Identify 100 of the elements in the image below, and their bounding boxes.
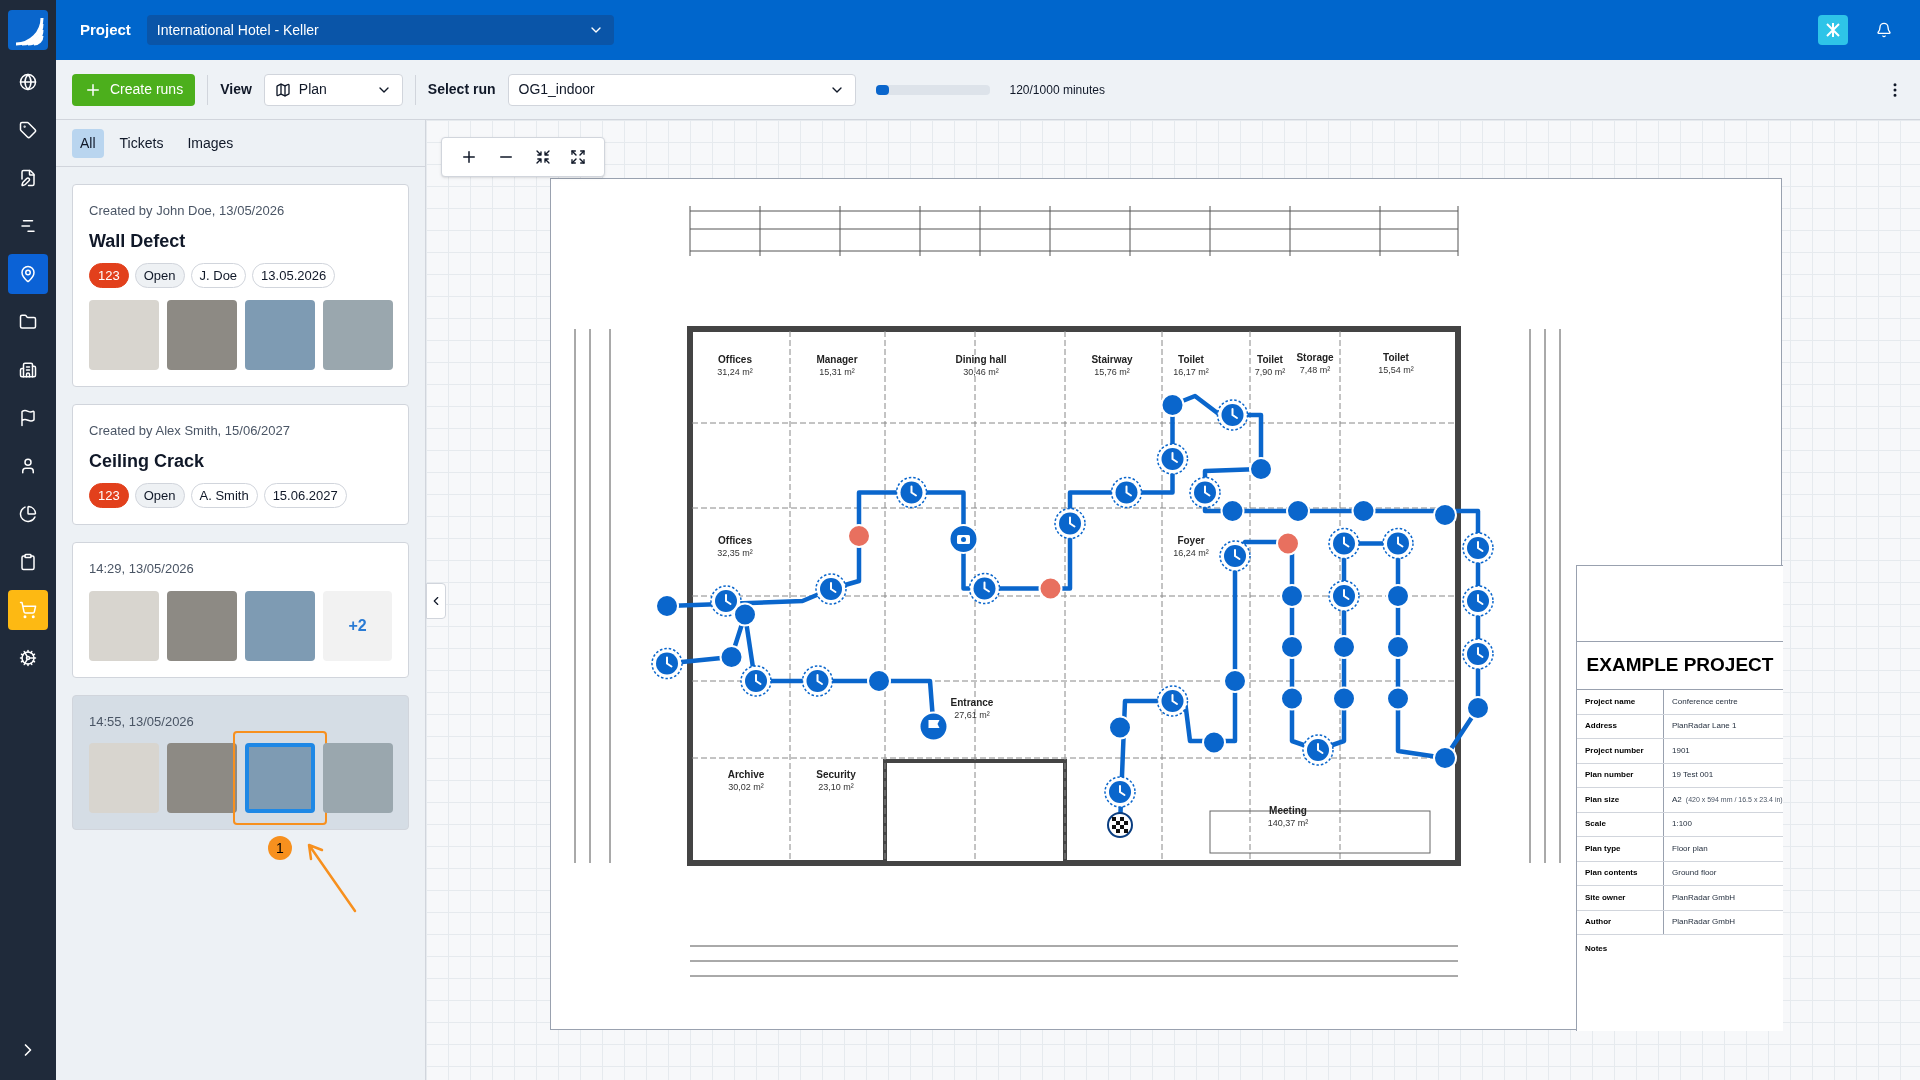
clock-marker[interactable] bbox=[1156, 443, 1189, 475]
ticket-number: 123 bbox=[89, 482, 129, 508]
field-value: 1901 bbox=[1672, 744, 1690, 757]
field-value: Floor plan bbox=[1672, 842, 1708, 855]
clock-marker[interactable] bbox=[1462, 638, 1494, 670]
room-area: 15,31 m² bbox=[819, 367, 855, 377]
room-area: 16,24 m² bbox=[1173, 548, 1209, 558]
clock-marker[interactable] bbox=[1219, 540, 1251, 572]
view-select[interactable]: Plan bbox=[263, 73, 403, 106]
buildings-icon bbox=[19, 361, 37, 379]
map-pin-icon bbox=[19, 265, 37, 283]
room-area: 16,17 m² bbox=[1173, 367, 1209, 377]
room-area: 140,37 m² bbox=[1267, 818, 1309, 828]
field-value: Conference centre bbox=[1672, 695, 1738, 708]
clock-marker[interactable] bbox=[1216, 399, 1249, 431]
room-name: Manager bbox=[816, 354, 858, 365]
room-name: Archive bbox=[727, 769, 765, 780]
room-name: Toilet bbox=[1383, 352, 1409, 363]
field-label: Plan type bbox=[1585, 842, 1621, 855]
more-photos-tile[interactable]: +2 bbox=[323, 590, 392, 661]
waypoint-dot[interactable] bbox=[1466, 696, 1490, 720]
run-select[interactable]: OG1_indoor bbox=[507, 73, 856, 106]
clock-marker[interactable] bbox=[968, 572, 1001, 605]
user-icon bbox=[19, 457, 37, 475]
pointer-arrow bbox=[305, 841, 357, 913]
clock-marker[interactable] bbox=[1054, 507, 1086, 540]
step-number: 1 bbox=[268, 836, 292, 860]
filter-tab[interactable]: All bbox=[72, 128, 104, 158]
fullscreen-icon[interactable] bbox=[570, 149, 587, 165]
field-value: 19 Test 001 bbox=[1672, 769, 1714, 782]
card-meta: Created by John Doe, 13/05/2026 bbox=[89, 202, 286, 220]
globe-icon bbox=[19, 73, 37, 91]
clock-marker[interactable] bbox=[1110, 476, 1143, 509]
clock-marker[interactable] bbox=[801, 665, 834, 697]
clock-marker[interactable] bbox=[740, 665, 772, 697]
clock-marker[interactable] bbox=[895, 476, 928, 509]
filter-tab[interactable]: Tickets bbox=[111, 128, 172, 158]
room-area: 30,46 m² bbox=[963, 367, 999, 377]
field-label: Author bbox=[1585, 916, 1612, 929]
room-name: Stairway bbox=[1091, 354, 1133, 365]
filter-tab[interactable]: Images bbox=[179, 128, 242, 158]
room-name: Foyer bbox=[1177, 535, 1205, 546]
ticket-title: Ceiling Crack bbox=[89, 449, 206, 473]
room-name: Entrance bbox=[950, 697, 994, 708]
notes-label: Notes bbox=[1585, 944, 1608, 953]
clock-marker[interactable] bbox=[651, 647, 683, 680]
clock-marker[interactable] bbox=[1462, 585, 1494, 617]
fit-icon[interactable] bbox=[534, 149, 551, 165]
field-label: Site owner bbox=[1585, 891, 1626, 904]
room-name: Toilet bbox=[1257, 354, 1283, 365]
room-area: 23,10 m² bbox=[818, 782, 854, 792]
assignee-tag: A. Smith bbox=[190, 482, 258, 508]
camera-marker[interactable] bbox=[948, 524, 979, 554]
card-meta: Created by Alex Smith, 15/06/2027 bbox=[89, 422, 291, 440]
project-label: Project bbox=[80, 19, 131, 40]
clock-marker[interactable] bbox=[1462, 532, 1494, 564]
waypoint-dot[interactable] bbox=[655, 594, 679, 618]
field-label: Plan number bbox=[1585, 769, 1634, 782]
field-value: PlanRadar GmbH bbox=[1672, 891, 1736, 904]
card-background[interactable]: 14:29, 13/05/2026 +2 bbox=[72, 542, 409, 678]
chart-icon bbox=[19, 217, 37, 235]
room-area: 15,76 m² bbox=[1094, 367, 1130, 377]
flag-icon bbox=[19, 409, 37, 427]
field-label: Project number bbox=[1585, 744, 1644, 757]
progress-reading: 120/1000 minutes bbox=[1009, 81, 1105, 99]
field-value: A2 bbox=[1672, 793, 1682, 806]
field-value: 1:100 bbox=[1672, 818, 1693, 831]
clock-marker[interactable] bbox=[1382, 527, 1414, 560]
notification-icon[interactable] bbox=[1876, 22, 1892, 38]
tag-icon bbox=[19, 121, 37, 139]
project-dropdown[interactable]: International Hotel - Keller bbox=[146, 15, 614, 45]
date-tag: 13.05.2026 bbox=[252, 262, 336, 288]
status-tag: Open bbox=[134, 482, 185, 508]
room-area: 27,61 m² bbox=[954, 710, 990, 720]
clock-marker[interactable] bbox=[1156, 685, 1189, 717]
room-area: 31,24 m² bbox=[717, 367, 753, 377]
field-label: Plan size bbox=[1585, 793, 1620, 806]
room-name: Dining hall bbox=[955, 354, 1007, 365]
room-area: 32,35 m² bbox=[717, 548, 753, 558]
ticket-title: Wall Defect bbox=[89, 229, 187, 253]
ticket-number: 123 bbox=[89, 262, 129, 288]
card-meta: 14:29, 13/05/2026 bbox=[89, 560, 195, 578]
clock-marker[interactable] bbox=[1302, 734, 1334, 766]
pie-chart-icon bbox=[19, 505, 37, 523]
clock-marker[interactable] bbox=[1328, 580, 1360, 612]
field-label: Scale bbox=[1585, 818, 1606, 831]
logo-icon[interactable] bbox=[8, 10, 48, 50]
settings-icon bbox=[19, 649, 37, 667]
field-label: Plan contents bbox=[1585, 867, 1638, 880]
assignee-tag: J. Doe bbox=[190, 262, 247, 288]
view-label: View bbox=[220, 80, 252, 99]
clock-marker[interactable] bbox=[1328, 527, 1360, 560]
clock-marker[interactable] bbox=[1104, 776, 1136, 808]
flag-marker[interactable] bbox=[918, 711, 949, 742]
field-value: PlanRadar GmbH bbox=[1672, 916, 1736, 929]
clock-marker[interactable] bbox=[1189, 476, 1221, 509]
folder-icon bbox=[19, 313, 37, 331]
cart-icon bbox=[19, 601, 37, 619]
clock-marker[interactable] bbox=[815, 573, 847, 605]
card-background[interactable]: Created by Alex Smith, 15/06/2027 Ceiling Crack 123 Open A. Smith 15.06.2027 bbox=[72, 404, 409, 525]
